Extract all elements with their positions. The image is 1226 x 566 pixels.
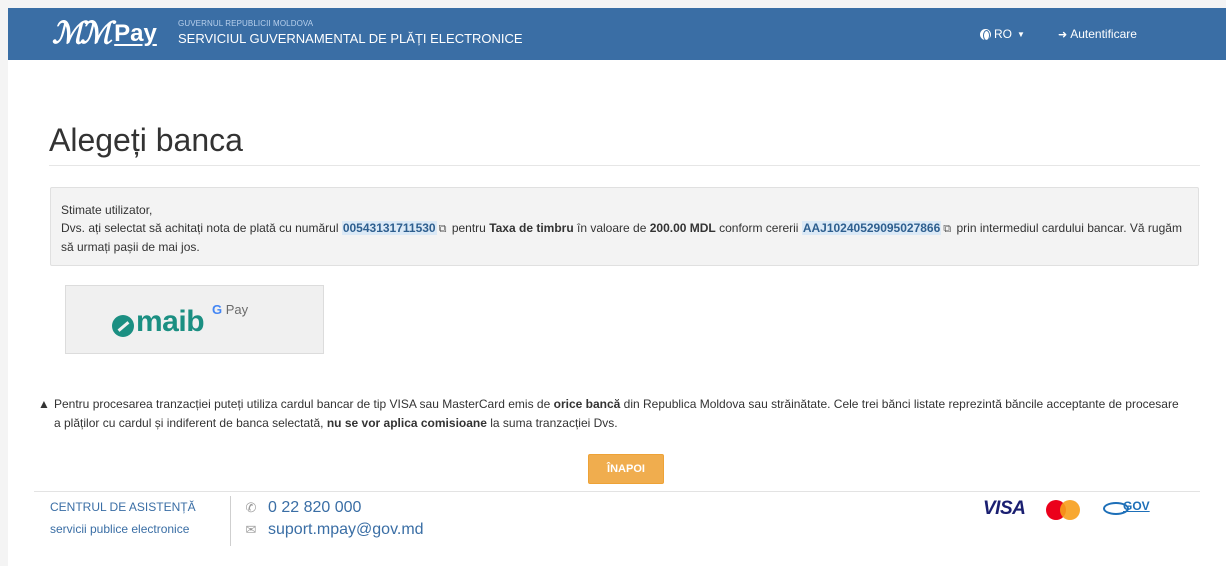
- phone-number: 820 000: [303, 499, 362, 516]
- mpay-logo[interactable]: ℳℳ Pay: [52, 12, 172, 56]
- sign-in-icon: ➜: [1058, 28, 1068, 41]
- info-greeting: Stimate utilizator,: [61, 203, 153, 217]
- google-pay-badge: G Pay: [212, 302, 248, 317]
- request-number[interactable]: AAJ10240529095027866: [801, 221, 942, 235]
- help-center-subtitle[interactable]: servicii publice electronice: [50, 522, 189, 536]
- notice-text-part: Pentru procesarea tranzacției puteți uti…: [54, 397, 551, 411]
- footer-divider: [34, 491, 1200, 492]
- invoice-number[interactable]: 00543131711530: [341, 221, 437, 235]
- notice-emphasis: orice bancă: [553, 397, 621, 411]
- card-processing-notice: ▲ Pentru procesarea tranzacției puteți ut…: [38, 395, 1188, 433]
- login-link[interactable]: ➜ Autentificare: [1058, 27, 1137, 41]
- phone-prefix: 0 22: [268, 499, 300, 516]
- support-phone[interactable]: ✆ 0 22 820 000: [244, 499, 362, 517]
- payment-amount: 200.00 MDL: [649, 221, 716, 235]
- info-text: Dvs. ați selectat să achitați nota de pl…: [61, 219, 1188, 256]
- info-text-part: conform cererii: [719, 221, 799, 235]
- warning-triangle-icon: ▲: [38, 397, 50, 411]
- service-name: SERVICIUL GUVERNAMENTAL DE PLĂȚI ELECTRO…: [178, 31, 523, 46]
- google-g-icon: G: [212, 302, 223, 317]
- info-text-part: în valoare de: [577, 221, 647, 235]
- payment-info-box: Stimate utilizator, Dvs. ați selectat să…: [50, 187, 1199, 266]
- caret-down-icon: ▼: [1017, 29, 1025, 39]
- support-email[interactable]: ✉ suport.mpay@gov.md: [244, 521, 424, 539]
- page-title: Alegeți banca: [49, 122, 243, 158]
- email-address: suport.mpay@gov.md: [268, 521, 424, 538]
- help-center-title[interactable]: CENTRUL DE ASISTENȚĂ: [50, 500, 196, 514]
- top-navbar: ℳℳ Pay GUVERNUL REPUBLICII MOLDOVA SERVI…: [8, 8, 1226, 60]
- maib-wordmark: maib: [136, 305, 205, 338]
- info-text-part: pentru: [451, 221, 486, 235]
- egov-label: GOV: [1123, 499, 1150, 513]
- phone-icon: ✆: [245, 500, 257, 515]
- maib-gpay-logo: maib G Pay: [112, 302, 282, 342]
- visa-logo: VISA: [983, 498, 1026, 519]
- mpay-logo-text: Pay: [114, 20, 157, 47]
- globe-icon: [980, 28, 991, 41]
- language-label: RO: [994, 27, 1012, 41]
- egov-logo: GOV: [1101, 496, 1161, 520]
- government-label: GUVERNUL REPUBLICII MOLDOVA: [178, 19, 314, 28]
- notice-text-part: la suma tranzacției Dvs.: [490, 416, 618, 430]
- copy-icon[interactable]: ⧉: [943, 223, 951, 235]
- copy-icon[interactable]: ⧉: [439, 223, 447, 235]
- footer-separator: [230, 496, 231, 546]
- envelope-icon: ✉: [245, 522, 257, 537]
- mpay-logo-mark: ℳℳ: [52, 16, 112, 51]
- title-divider: [49, 165, 1200, 166]
- bank-option-maib[interactable]: maib G Pay: [65, 285, 324, 354]
- maib-leaf-icon: [112, 315, 134, 337]
- login-label: Autentificare: [1070, 27, 1137, 41]
- mastercard-logo: [1046, 500, 1080, 520]
- gpay-label: Pay: [225, 302, 249, 317]
- page: ℳℳ Pay GUVERNUL REPUBLICII MOLDOVA SERVI…: [8, 8, 1226, 566]
- info-text-part: Dvs. ați selectat să achitați nota de pl…: [61, 221, 339, 235]
- service-title: Taxa de timbru: [489, 221, 574, 235]
- mastercard-orange-circle: [1060, 500, 1080, 520]
- language-dropdown[interactable]: RO ▼: [980, 27, 1025, 41]
- notice-emphasis: nu se vor aplica comisioane: [326, 416, 487, 430]
- back-button[interactable]: ÎNAPOI: [588, 454, 664, 484]
